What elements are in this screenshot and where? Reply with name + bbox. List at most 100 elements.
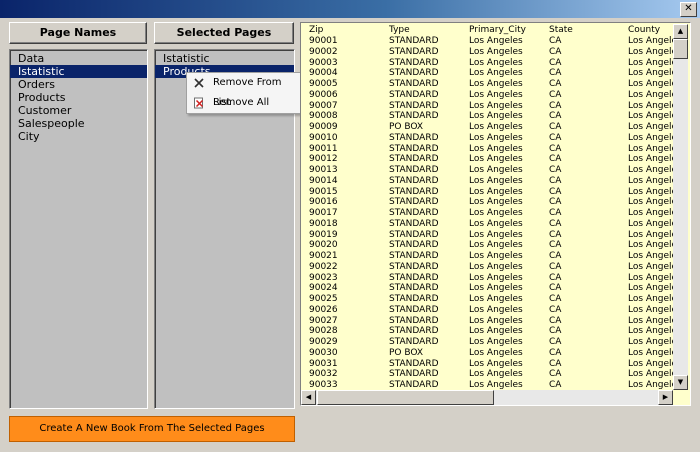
table-row[interactable]: 90010 STANDARD Los Angeles CA Los Angeles [301, 133, 676, 144]
scroll-right-button[interactable]: ▶ [658, 390, 673, 405]
table-cell: CA [549, 347, 562, 358]
table-row[interactable]: 90023 STANDARD Los Angeles CA Los Angeles [301, 272, 676, 284]
grid-header-row: Zip Type Primary_City State County [301, 25, 673, 36]
table-row[interactable]: 90009 PO BOX Los Angeles CA Los Angeles [301, 122, 676, 133]
vertical-scrollbar[interactable]: ▲ ▼ [673, 24, 688, 390]
table-row[interactable]: 90013 STANDARD Los Angeles CA Los Angeles [301, 165, 676, 176]
table-cell: 90021 [309, 251, 338, 261]
table-row[interactable]: 90027 STANDARD Los Angeles CA Los Angeles [301, 315, 676, 327]
table-cell: Los Angeles [469, 46, 523, 57]
table-cell: 90017 [309, 208, 338, 218]
table-cell: Los Angeles [469, 261, 523, 272]
table-cell: 90012 [309, 154, 338, 165]
table-row[interactable]: 90014 STANDARD Los Angeles CA Los Angeles [301, 176, 676, 187]
table-row[interactable]: 90018 STANDARD Los Angeles CA Los Angeles [301, 218, 676, 230]
list-item[interactable]: City [10, 130, 147, 143]
table-cell: Los Angeles [628, 36, 676, 46]
table-cell: 90029 [309, 337, 338, 347]
list-item[interactable]: Istatistic [10, 65, 147, 78]
table-cell: Los Angeles [628, 57, 676, 68]
table-cell: 90006 [309, 89, 338, 100]
list-item[interactable]: Istatistic [155, 52, 294, 65]
table-row[interactable]: 90030 PO BOX Los Angeles CA Los Angeles [301, 347, 676, 359]
table-row[interactable]: 90019 STANDARD Los Angeles CA Los Angeles [301, 230, 676, 241]
menu-item-remove-from-list[interactable]: Remove From List [187, 73, 301, 108]
table-row[interactable]: 90007 STANDARD Los Angeles CA Los Angeles [301, 100, 676, 112]
table-cell: Los Angeles [469, 197, 523, 208]
list-item[interactable]: Salespeople [10, 117, 147, 130]
table-cell: Los Angeles [628, 111, 676, 122]
table-row[interactable]: 90025 STANDARD Los Angeles CA Los Angeles [301, 294, 676, 305]
table-cell: 90027 [309, 315, 338, 326]
list-item[interactable]: Customer [10, 104, 147, 117]
table-cell: Los Angeles [628, 89, 676, 100]
table-cell: STANDARD [389, 218, 439, 229]
table-row[interactable]: 90022 STANDARD Los Angeles CA Los Angeles [301, 261, 676, 273]
table-row[interactable]: 90020 STANDARD Los Angeles CA Los Angeles [301, 240, 676, 251]
table-cell: CA [549, 261, 562, 272]
table-cell: Los Angeles [628, 358, 676, 369]
table-row[interactable]: 90028 STANDARD Los Angeles CA Los Angeles [301, 326, 676, 337]
selected-pages-header: Selected Pages [154, 22, 294, 44]
table-cell: STANDARD [389, 197, 439, 208]
column-header[interactable]: Primary_City [469, 25, 545, 36]
column-header[interactable]: Type [389, 25, 465, 36]
table-cell: CA [549, 315, 562, 326]
table-row[interactable]: 90005 STANDARD Los Angeles CA Los Angeles [301, 79, 676, 90]
data-grid[interactable]: Zip Type Primary_City State County 90001… [300, 22, 691, 406]
page-names-header: Page Names [9, 22, 147, 44]
table-cell: Los Angeles [628, 165, 676, 175]
table-row[interactable]: 90003 STANDARD Los Angeles CA Los Angeles [301, 57, 676, 69]
table-row[interactable]: 90006 STANDARD Los Angeles CA Los Angeles [301, 89, 676, 101]
create-book-button[interactable]: Create A New Book From The Selected Page… [9, 416, 295, 442]
list-item[interactable]: Orders [10, 78, 147, 91]
table-row[interactable]: 90001 STANDARD Los Angeles CA Los Angeles [301, 36, 676, 47]
table-cell: Los Angeles [469, 326, 523, 337]
table-row[interactable]: 90017 STANDARD Los Angeles CA Los Angeles [301, 208, 676, 219]
table-row[interactable]: 90021 STANDARD Los Angeles CA Los Angeles [301, 251, 676, 262]
table-row[interactable]: 90015 STANDARD Los Angeles CA Los Angeles [301, 187, 676, 198]
table-cell: Los Angeles [469, 100, 523, 111]
table-cell: Los Angeles [628, 79, 676, 89]
table-cell: 90020 [309, 240, 338, 251]
table-cell: 90023 [309, 272, 338, 283]
menu-item-remove-all[interactable]: Remove All [187, 93, 301, 113]
table-row[interactable]: 90002 STANDARD Los Angeles CA Los Angeles [301, 46, 676, 58]
table-cell: 90013 [309, 165, 338, 175]
horizontal-scroll-thumb[interactable] [317, 390, 494, 405]
table-row[interactable]: 90026 STANDARD Los Angeles CA Los Angeles [301, 305, 676, 316]
scroll-left-button[interactable]: ◀ [301, 390, 316, 405]
table-cell: CA [549, 122, 562, 132]
list-item[interactable]: Products [10, 91, 147, 104]
scroll-down-button[interactable]: ▼ [673, 375, 688, 390]
horizontal-scrollbar[interactable]: ◀ ▶ [301, 390, 673, 405]
table-row[interactable]: 90032 STANDARD Los Angeles CA Los Angeles [301, 369, 676, 380]
table-cell: CA [549, 326, 562, 337]
table-cell: Los Angeles [628, 122, 676, 132]
table-cell: PO BOX [389, 122, 424, 132]
column-header[interactable]: County [628, 25, 676, 36]
table-row[interactable]: 90004 STANDARD Los Angeles CA Los Angeles [301, 68, 676, 79]
table-row[interactable]: 90012 STANDARD Los Angeles CA Los Angeles [301, 154, 676, 165]
table-row[interactable]: 90008 STANDARD Los Angeles CA Los Angeles [301, 111, 676, 122]
table-cell: STANDARD [389, 100, 439, 111]
list-item[interactable]: Data [10, 52, 147, 65]
table-cell: STANDARD [389, 315, 439, 326]
table-row[interactable]: 90029 STANDARD Los Angeles CA Los Angeles [301, 337, 676, 348]
table-cell: Los Angeles [469, 272, 523, 283]
close-button[interactable]: ✕ [680, 2, 697, 17]
vertical-scroll-thumb[interactable] [673, 39, 688, 59]
column-header[interactable]: Zip [309, 25, 385, 36]
table-cell: CA [549, 143, 562, 154]
scroll-up-button[interactable]: ▲ [673, 24, 688, 39]
table-cell: 90016 [309, 197, 338, 208]
table-row[interactable]: 90016 STANDARD Los Angeles CA Los Angeles [301, 197, 676, 208]
table-cell: STANDARD [389, 208, 439, 218]
column-header[interactable]: State [549, 25, 625, 36]
table-row[interactable]: 90031 STANDARD Los Angeles CA Los Angeles [301, 358, 676, 370]
page-names-list[interactable]: Data Istatistic Orders Products Customer Sale… [9, 49, 148, 409]
table-row[interactable]: 90024 STANDARD Los Angeles CA Los Angeles [301, 283, 676, 294]
table-cell: STANDARD [389, 326, 439, 337]
table-cell: 90031 [309, 358, 338, 369]
table-row[interactable]: 90011 STANDARD Los Angeles CA Los Angeles [301, 143, 676, 155]
